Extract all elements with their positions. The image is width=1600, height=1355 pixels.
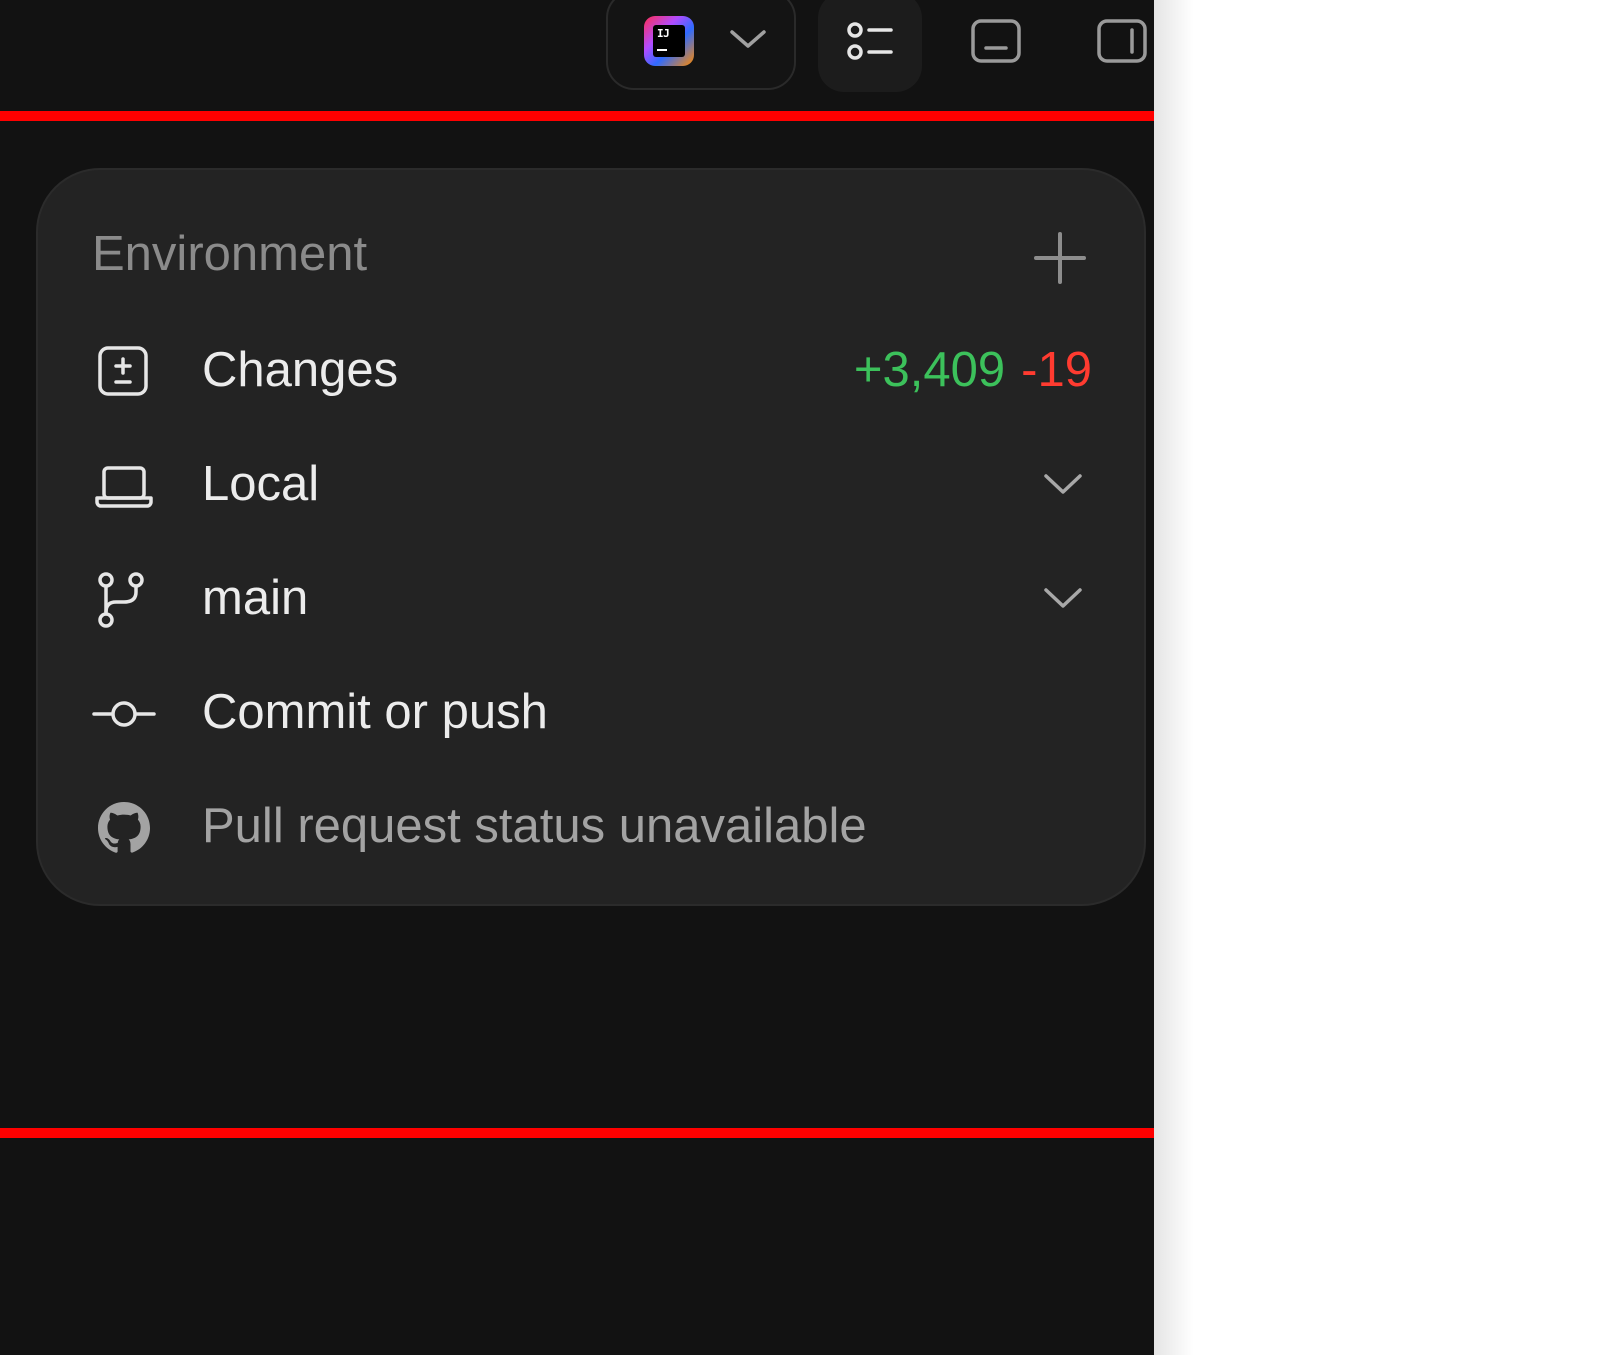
environment-header: Environment	[92, 226, 1092, 286]
commit-or-push-row[interactable]: Commit or push	[92, 674, 1102, 754]
top-toolbar: IJ	[0, 0, 1154, 112]
ide-switcher-button[interactable]: IJ	[606, 0, 796, 90]
git-commit-icon	[92, 701, 156, 727]
branch-label: main	[202, 571, 309, 625]
bottom-panel-icon[interactable]	[970, 18, 1022, 64]
chevron-down-icon[interactable]	[1042, 584, 1084, 612]
local-label: Local	[202, 457, 320, 511]
plus-icon[interactable]	[1032, 230, 1088, 286]
ide-logo-text: IJ	[657, 27, 670, 40]
github-icon	[98, 802, 150, 853]
app-window: IJ Environment Changes +3,409 -19 Local …	[0, 0, 1154, 1355]
environment-panel: Environment Changes +3,409 -19 Local mai…	[36, 168, 1146, 906]
pull-request-status-label: Pull request status unavailable	[202, 799, 867, 853]
task-list-icon	[847, 22, 893, 60]
task-list-button[interactable]	[818, 0, 922, 92]
highlight-line-bottom	[0, 1128, 1154, 1138]
pull-request-row: Pull request status unavailable	[92, 788, 1102, 868]
highlight-line-top	[0, 111, 1154, 121]
intellij-idea-icon: IJ	[644, 16, 694, 66]
local-environment-row[interactable]: Local	[92, 446, 1102, 526]
additions-count: +3,409	[853, 343, 1006, 397]
diff-icon	[98, 346, 148, 396]
changes-row[interactable]: Changes +3,409 -19	[92, 332, 1102, 412]
laptop-icon	[95, 466, 153, 508]
deletions-count: -19	[1021, 343, 1092, 397]
chevron-down-icon	[730, 30, 766, 48]
right-sidebar-icon[interactable]	[1096, 18, 1148, 64]
environment-title: Environment	[92, 227, 368, 281]
changes-label: Changes	[202, 343, 399, 397]
branch-row[interactable]: main	[92, 560, 1102, 640]
window-shadow	[1154, 0, 1194, 1355]
chevron-down-icon[interactable]	[1042, 470, 1084, 498]
commit-or-push-label: Commit or push	[202, 685, 548, 739]
diff-stats: +3,409 -19	[854, 342, 1092, 398]
git-branch-icon	[98, 572, 144, 628]
